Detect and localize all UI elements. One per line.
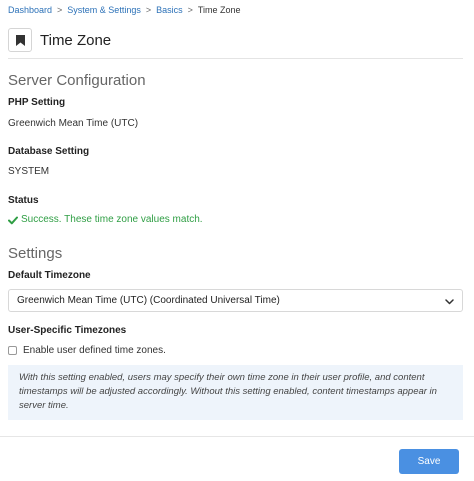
php-setting-value: Greenwich Mean Time (UTC) — [8, 118, 139, 129]
breadcrumb-separator: > — [145, 5, 152, 15]
status-label: Status — [8, 195, 39, 206]
enable-user-timezones-label[interactable]: Enable user defined time zones. — [23, 345, 166, 356]
breadcrumb-separator: > — [57, 5, 63, 15]
save-button[interactable]: Save — [399, 449, 459, 474]
footer-divider — [0, 436, 474, 437]
title-divider — [8, 58, 463, 59]
bookmark-icon — [8, 28, 32, 52]
status-text: Success. These time zone values match. — [21, 214, 203, 225]
chevron-down-icon — [445, 297, 454, 308]
status-message: Success. These time zone values match. — [8, 214, 203, 226]
breadcrumb-dashboard[interactable]: Dashboard — [8, 5, 52, 15]
server-configuration-heading: Server Configuration — [8, 72, 146, 89]
breadcrumb-system-settings[interactable]: System & Settings — [67, 5, 141, 15]
user-timezones-help-text: With this setting enabled, users may spe… — [8, 365, 463, 420]
checkmark-icon — [8, 216, 18, 224]
enable-user-timezones-row[interactable]: Enable user defined time zones. — [8, 345, 166, 356]
php-setting-label: PHP Setting — [8, 97, 66, 108]
settings-heading: Settings — [8, 245, 63, 262]
database-setting-value: SYSTEM — [8, 166, 50, 177]
enable-user-timezones-checkbox[interactable] — [8, 346, 17, 355]
page-title: Time Zone — [40, 32, 112, 49]
breadcrumb-separator: > — [187, 5, 193, 15]
default-timezone-select[interactable]: Greenwich Mean Time (UTC) (Coordinated U… — [8, 289, 463, 312]
database-setting-label: Database Setting — [8, 146, 90, 157]
breadcrumb-basics[interactable]: Basics — [156, 5, 183, 15]
page-header: Time Zone — [8, 28, 463, 56]
breadcrumb: Dashboard > System & Settings > Basics > Time … — [8, 5, 241, 16]
default-timezone-label: Default Timezone — [8, 270, 91, 281]
user-specific-timezones-label: User-Specific Timezones — [8, 325, 127, 336]
default-timezone-selected: Greenwich Mean Time (UTC) (Coordinated U… — [17, 295, 280, 306]
breadcrumb-current: Time Zone — [197, 5, 241, 15]
